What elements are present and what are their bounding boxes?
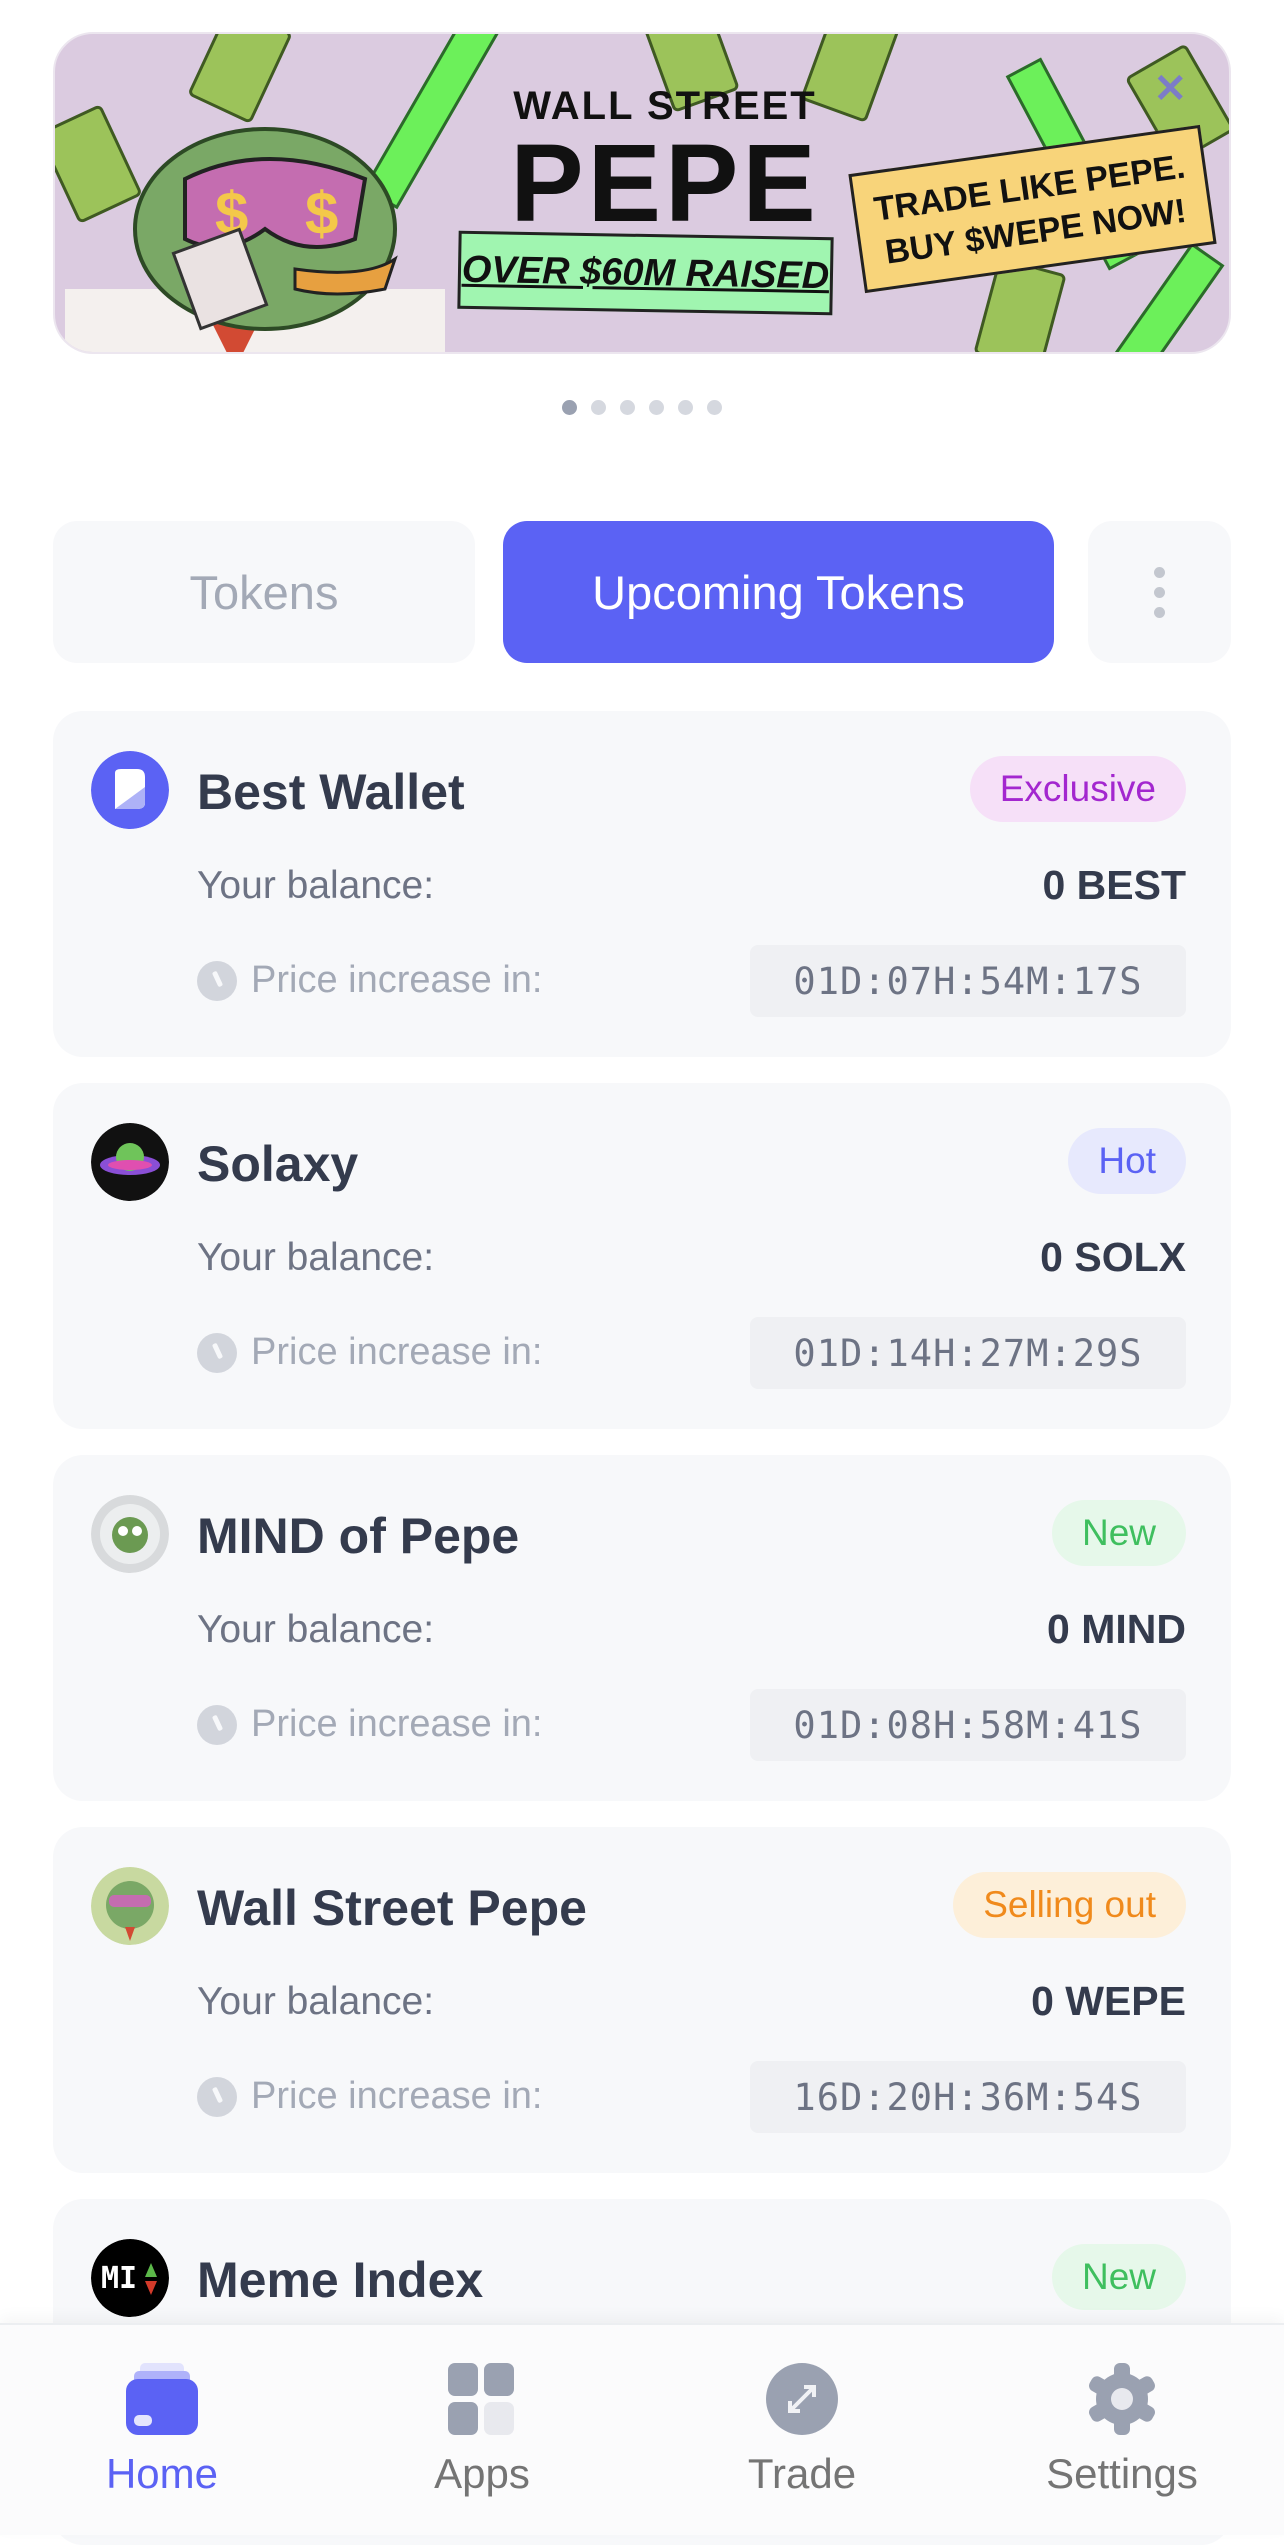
wallet-icon xyxy=(126,2363,198,2435)
carousel-dot[interactable] xyxy=(591,400,606,415)
meme-index-logo: MI xyxy=(91,2239,169,2317)
tab-tokens[interactable]: Tokens xyxy=(53,521,475,663)
close-icon[interactable]: ✕ xyxy=(1153,66,1187,112)
balance-label: Your balance: xyxy=(197,1980,435,2023)
tab-upcoming-tokens[interactable]: Upcoming Tokens xyxy=(503,521,1054,663)
balance-label: Your balance: xyxy=(197,1608,435,1651)
token-badge: Exclusive xyxy=(969,756,1186,822)
balance-value: 0 MIND xyxy=(1047,1606,1186,1652)
nav-trade[interactable]: Trade xyxy=(642,2325,962,2537)
price-increase-label: Price increase in: xyxy=(197,1331,542,1374)
token-badge: Hot xyxy=(1068,1128,1186,1194)
mind-of-pepe-logo xyxy=(91,1495,169,1573)
clock-icon xyxy=(197,2076,237,2117)
banner-cta: TRADE LIKE PEPE. BUY $WEPE NOW! xyxy=(848,124,1217,294)
money-bill-decoration xyxy=(187,34,293,125)
countdown-timer: 01D:07H:54M:17S xyxy=(750,945,1186,1017)
svg-text:$: $ xyxy=(305,180,338,247)
balance-value: 0 WEPE xyxy=(1031,1978,1186,2024)
best-wallet-logo xyxy=(91,751,169,829)
solaxy-logo xyxy=(91,1123,169,1201)
carousel-dot[interactable] xyxy=(707,400,722,415)
banner-raised-label: OVER $60M RAISED xyxy=(457,230,834,316)
clock-icon xyxy=(197,960,237,1001)
countdown-timer: 16D:20H:36M:54S xyxy=(750,2061,1186,2133)
trade-swap-icon xyxy=(766,2363,838,2435)
token-card[interactable]: Wall Street Pepe Selling out Your balance… xyxy=(53,1827,1231,2173)
gear-icon xyxy=(1089,2363,1155,2435)
banner-headline: WALL STREET PEPE xyxy=(510,84,820,245)
dot xyxy=(1154,566,1165,578)
balance-value: 0 BEST xyxy=(1042,862,1186,908)
carousel-dot[interactable] xyxy=(678,400,693,415)
token-badge: New xyxy=(1051,2244,1186,2310)
token-card[interactable]: MIND of Pepe New Your balance: 0 MIND Pri… xyxy=(53,1455,1231,1801)
balance-label: Your balance: xyxy=(197,1236,435,1279)
carousel-dot[interactable] xyxy=(649,400,664,415)
token-name: Meme Index xyxy=(197,2252,484,2308)
clock-icon xyxy=(197,1332,237,1373)
carousel-dot[interactable] xyxy=(620,400,635,415)
dot xyxy=(1154,606,1165,618)
promo-banner[interactable]: $ $ WALL STREET PEPE OVER $60M RAISED TR… xyxy=(53,32,1231,354)
token-name: Best Wallet xyxy=(197,764,465,820)
svg-text:MI: MI xyxy=(101,2261,137,2296)
countdown-timer: 01D:14H:27M:29S xyxy=(750,1317,1186,1389)
token-badge: New xyxy=(1051,1500,1186,1566)
token-card[interactable]: Solaxy Hot Your balance: 0 SOLX Price inc… xyxy=(53,1083,1231,1429)
token-card[interactable]: Best Wallet Exclusive Your balance: 0 BES… xyxy=(53,711,1231,1057)
token-badge: Selling out xyxy=(953,1872,1186,1938)
nav-settings[interactable]: Settings xyxy=(962,2325,1282,2537)
nav-apps[interactable]: Apps xyxy=(322,2325,642,2537)
price-increase-label: Price increase in: xyxy=(197,1703,542,1746)
token-name: MIND of Pepe xyxy=(197,1508,520,1564)
carousel-dot[interactable] xyxy=(562,400,577,415)
pepe-illustration: $ $ xyxy=(65,127,445,352)
clock-icon xyxy=(197,1704,237,1745)
apps-grid-icon xyxy=(448,2363,514,2435)
price-increase-label: Price increase in: xyxy=(197,2075,542,2118)
carousel-dots xyxy=(0,400,1284,415)
more-options-button[interactable] xyxy=(1088,521,1231,663)
dot xyxy=(1154,586,1165,598)
nav-home[interactable]: Home xyxy=(2,2325,322,2537)
balance-label: Your balance: xyxy=(197,864,435,907)
balance-value: 0 SOLX xyxy=(1040,1234,1186,1280)
bottom-nav: Home Apps Trade Settings xyxy=(0,2323,1284,2535)
countdown-timer: 01D:08H:58M:41S xyxy=(750,1689,1186,1761)
price-increase-label: Price increase in: xyxy=(197,959,542,1002)
token-name: Solaxy xyxy=(197,1136,359,1192)
wall-street-pepe-logo xyxy=(91,1867,169,1945)
token-name: Wall Street Pepe xyxy=(197,1880,587,1936)
